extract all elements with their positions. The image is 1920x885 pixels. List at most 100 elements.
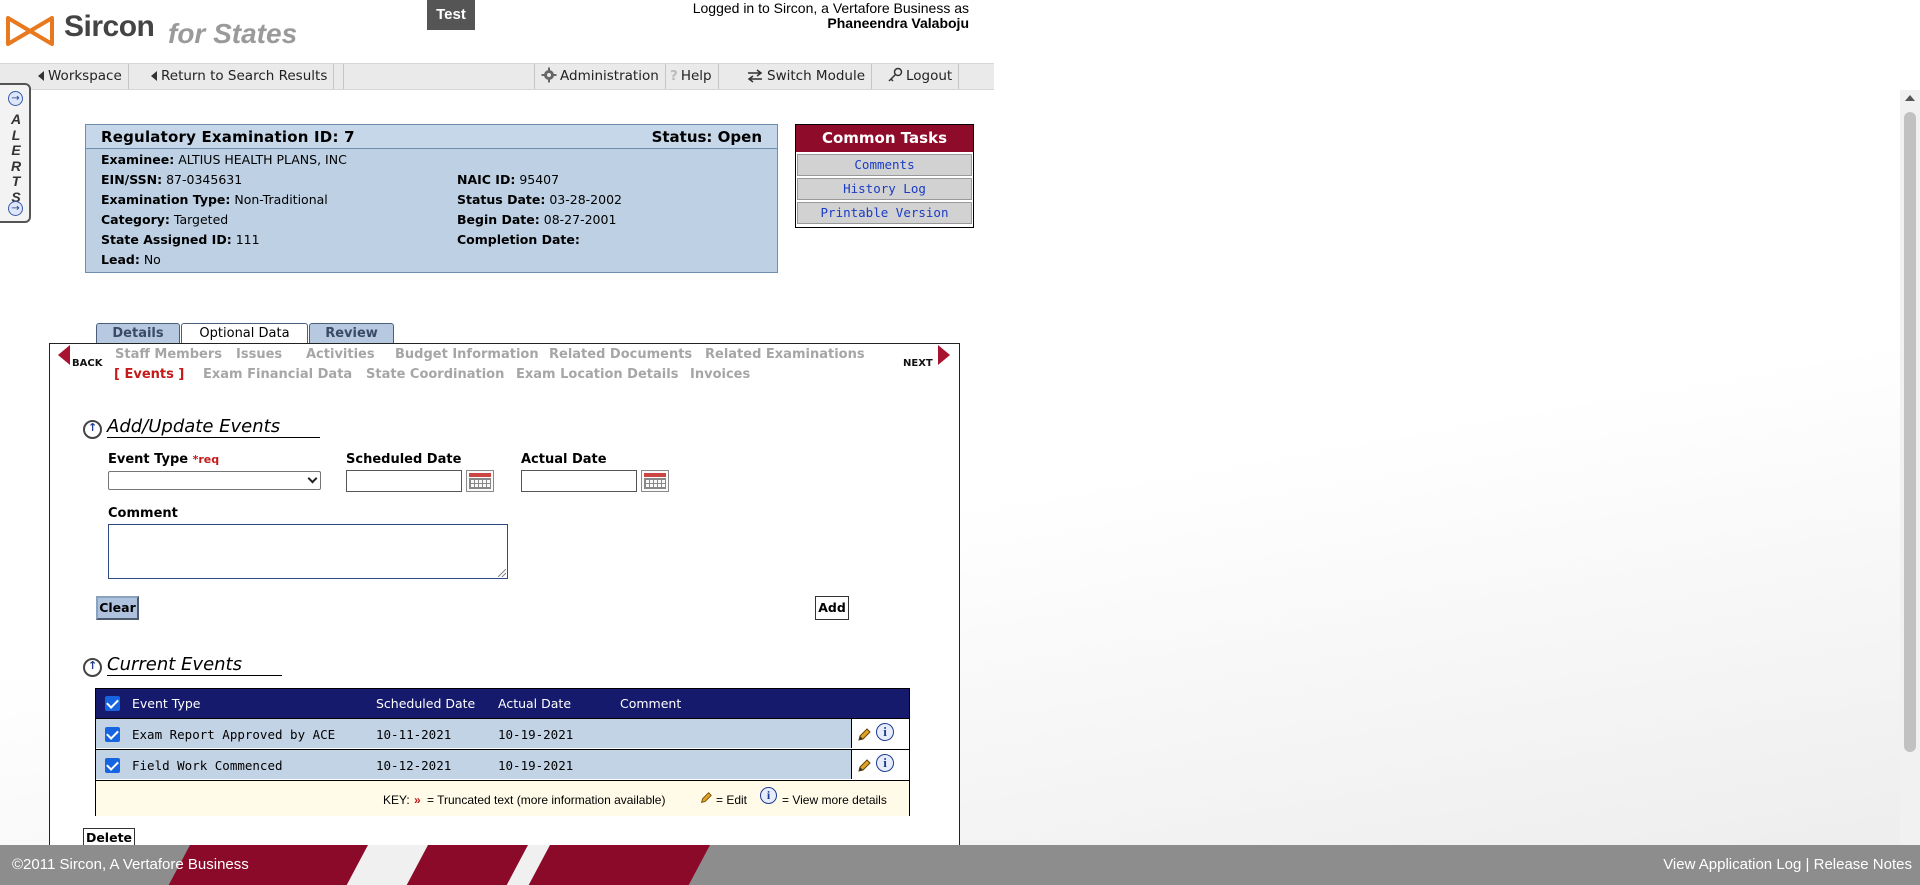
printable-version-link[interactable]: Printable Version xyxy=(797,202,972,224)
pencil-edit-icon[interactable] xyxy=(856,758,872,774)
row-actions: i xyxy=(851,719,909,748)
alerts-tab[interactable]: → A L E R T S → xyxy=(0,83,31,223)
environment-badge: Test xyxy=(427,0,475,30)
event-type-select[interactable] xyxy=(108,471,321,490)
expand-icon[interactable]: → xyxy=(8,91,23,106)
calendar-icon[interactable] xyxy=(466,470,494,492)
view-application-log-link[interactable]: View Application Log xyxy=(1663,856,1801,873)
exam-type-field: Examination Type: Non-Traditional xyxy=(101,192,328,207)
add-update-events-title: Add/Update Events xyxy=(107,416,321,438)
event-type-label: Event Type *req xyxy=(108,452,220,467)
view-details-icon[interactable]: i xyxy=(876,754,894,772)
switch-module-label: Switch Module xyxy=(767,68,866,84)
scheduled-date-input[interactable] xyxy=(346,470,462,492)
help-link[interactable]: ? Help xyxy=(664,64,719,89)
add-button[interactable]: Add xyxy=(815,596,849,620)
sub-link-activities[interactable]: Activities xyxy=(306,347,375,362)
truncated-text-label: = Truncated text (more information avail… xyxy=(427,793,666,807)
back-triangle-icon xyxy=(151,71,157,81)
row-checkbox[interactable] xyxy=(105,758,120,773)
common-tasks-title: Common Tasks xyxy=(796,125,973,152)
naic-field: NAIC ID: 95407 xyxy=(457,172,560,187)
select-all-checkbox[interactable] xyxy=(105,696,120,711)
table-header: Event Type Scheduled Date Actual Date Co… xyxy=(96,689,909,718)
column-header-actual-date[interactable]: Actual Date xyxy=(498,696,571,711)
clear-button[interactable]: Clear xyxy=(96,596,139,620)
view-details-icon[interactable]: i xyxy=(876,723,894,741)
key-prefix: KEY: xyxy=(383,793,410,807)
pencil-edit-icon[interactable] xyxy=(856,727,872,743)
switch-module-link[interactable]: Switch Module xyxy=(740,64,873,89)
logo-sub: for States xyxy=(168,18,298,49)
column-header-scheduled-date[interactable]: Scheduled Date xyxy=(376,696,475,711)
footer-separator: | xyxy=(1805,856,1810,873)
exam-status: Status: Open xyxy=(651,128,762,146)
scrollbar-thumb[interactable] xyxy=(1904,112,1916,752)
tab-optional-data[interactable]: Optional Data xyxy=(181,323,308,345)
sub-link-issues[interactable]: Issues xyxy=(236,347,282,362)
return-to-search-link[interactable]: Return to Search Results xyxy=(145,64,335,89)
workspace-label: Workspace xyxy=(48,68,122,84)
next-link[interactable]: NEXT xyxy=(903,358,933,369)
category-field: Category: Targeted xyxy=(101,212,229,227)
view-details-icon: i xyxy=(760,787,777,804)
sub-link-events[interactable]: [ Events ] xyxy=(114,367,184,382)
footer-copyright: ©2011 Sircon, A Vertafore Business xyxy=(12,856,249,873)
page-footer: ©2011 Sircon, A Vertafore Business View … xyxy=(0,845,1920,885)
sub-link-state-coordination[interactable]: State Coordination xyxy=(366,367,504,382)
sub-link-staff-members[interactable]: Staff Members xyxy=(115,347,222,362)
workspace-link[interactable]: Workspace xyxy=(32,64,129,89)
table-row[interactable]: Field Work Commenced 10-12-2021 10-19-20… xyxy=(96,749,909,779)
expand-icon[interactable]: → xyxy=(8,201,23,216)
ein-field: EIN/SSN: 87-0345631 xyxy=(101,172,243,187)
exam-title: Regulatory Examination ID: 7 xyxy=(101,128,355,146)
release-notes-link[interactable]: Release Notes xyxy=(1814,856,1912,873)
column-header-event-type[interactable]: Event Type xyxy=(132,696,201,711)
edit-key-label: = Edit xyxy=(716,793,748,807)
calendar-icon[interactable] xyxy=(641,470,669,492)
collapse-section-icon[interactable] xyxy=(83,420,102,439)
sub-link-related-documents[interactable]: Related Documents xyxy=(549,347,692,362)
back-triangle-icon xyxy=(38,71,44,81)
logout-link[interactable]: Logout xyxy=(881,64,960,89)
sub-link-exam-location-details[interactable]: Exam Location Details xyxy=(516,367,678,382)
switch-arrows-icon xyxy=(747,69,763,83)
sub-link-related-examinations[interactable]: Related Examinations xyxy=(705,347,865,362)
scheduled-date-cell: 10-11-2021 xyxy=(376,727,452,742)
required-marker: *req xyxy=(192,453,220,466)
collapse-section-icon[interactable] xyxy=(83,658,102,677)
sub-link-invoices[interactable]: Invoices xyxy=(690,367,750,382)
footer-links: View Application Log | Release Notes xyxy=(1663,856,1912,873)
column-header-comment[interactable]: Comment xyxy=(620,696,681,711)
sub-link-exam-financial-data[interactable]: Exam Financial Data xyxy=(203,367,352,382)
history-log-link[interactable]: History Log xyxy=(797,178,972,200)
back-arrow-icon[interactable] xyxy=(58,345,70,365)
back-link[interactable]: BACK xyxy=(72,358,102,369)
gear-icon xyxy=(541,67,557,83)
row-actions: i xyxy=(851,750,909,779)
administration-link[interactable]: Administration xyxy=(534,64,666,89)
sircon-logo-icon xyxy=(6,16,54,46)
tab-review[interactable]: Review xyxy=(309,323,394,344)
sub-link-budget-information[interactable]: Budget Information xyxy=(395,347,539,362)
status-date-field: Status Date: 03-28-2002 xyxy=(457,192,622,207)
actual-date-cell: 10-19-2021 xyxy=(498,758,574,773)
comments-link[interactable]: Comments xyxy=(797,154,972,176)
next-arrow-icon[interactable] xyxy=(938,345,950,365)
comment-textarea[interactable] xyxy=(108,524,508,579)
help-label: Help xyxy=(680,68,712,84)
common-tasks-panel: Common Tasks Comments History Log Printa… xyxy=(795,124,974,228)
chevron-down-icon xyxy=(307,473,318,484)
tab-details[interactable]: Details xyxy=(96,323,180,344)
actual-date-input[interactable] xyxy=(521,470,637,492)
logo-name: Sircon xyxy=(64,10,155,43)
resize-grip-icon[interactable] xyxy=(498,569,506,577)
event-type-cell: Field Work Commenced xyxy=(132,758,283,773)
row-checkbox[interactable] xyxy=(105,727,120,742)
current-events-title: Current Events xyxy=(107,654,282,676)
help-icon: ? xyxy=(670,68,678,84)
vertical-scrollbar[interactable] xyxy=(1900,90,1920,846)
table-row[interactable]: Exam Report Approved by ACE 10-11-2021 1… xyxy=(96,718,909,748)
table-key-legend: KEY: » = Truncated text (more informatio… xyxy=(96,780,909,816)
scroll-up-icon[interactable] xyxy=(1905,95,1915,101)
